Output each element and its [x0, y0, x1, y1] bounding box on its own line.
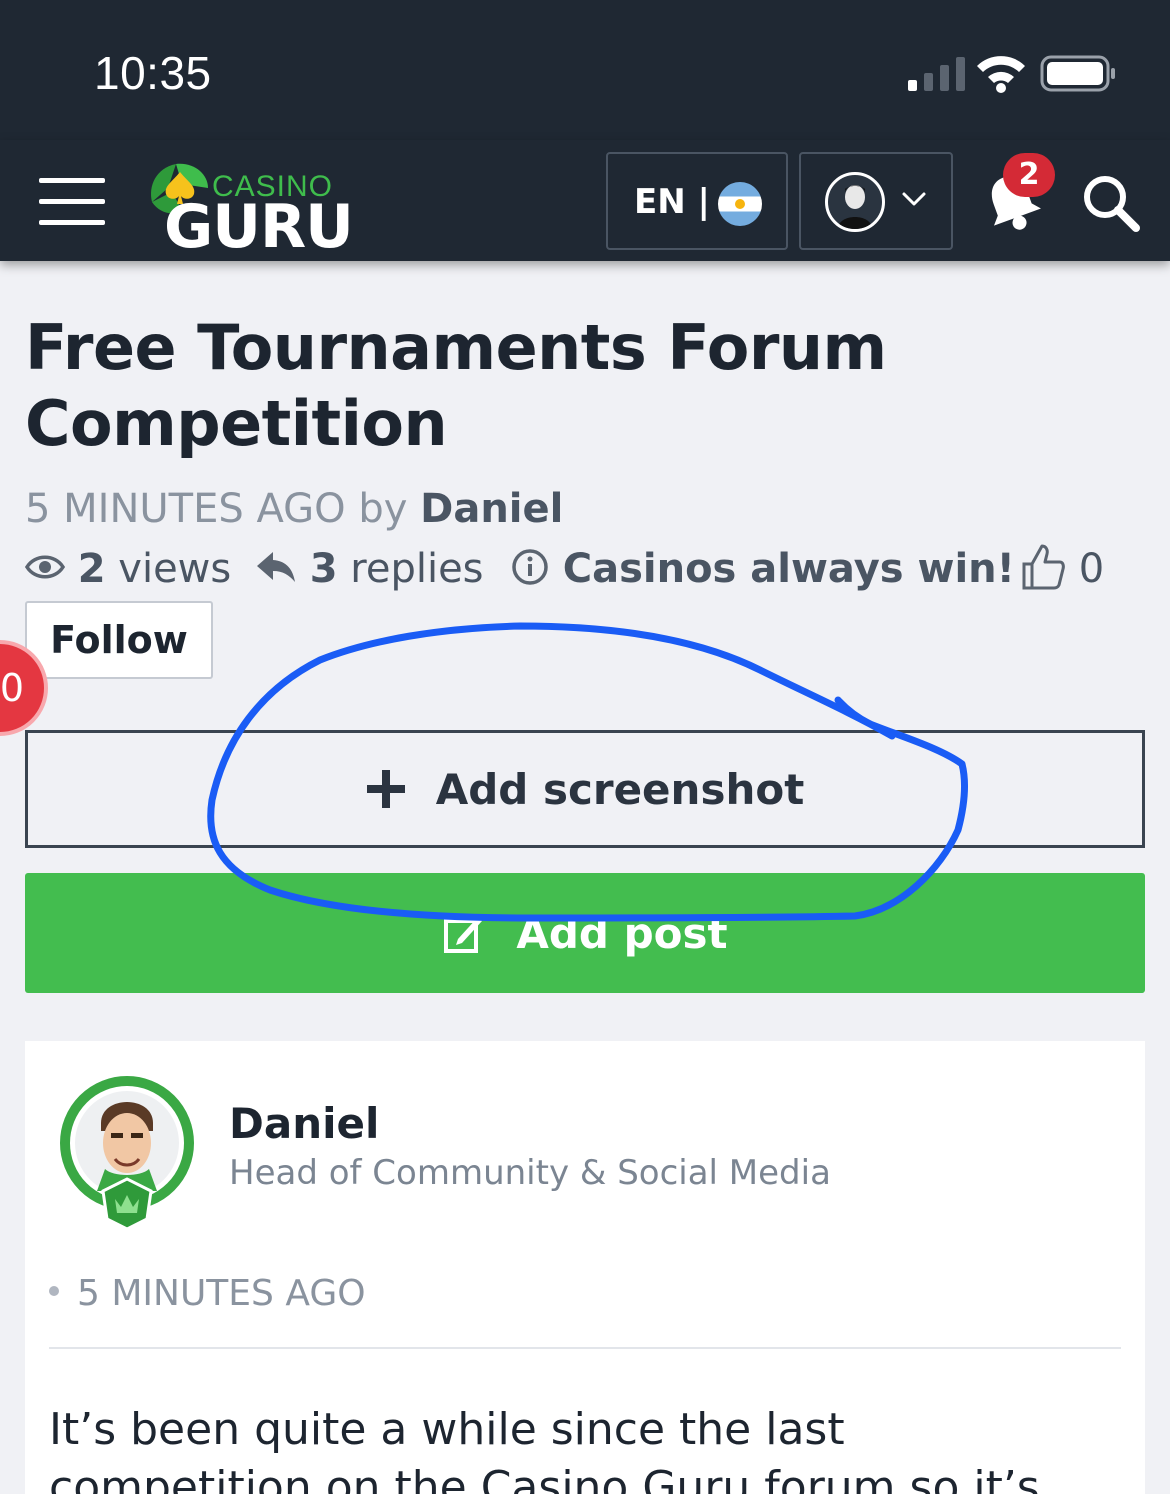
- user-menu-button[interactable]: [799, 152, 953, 250]
- search-icon[interactable]: [1080, 172, 1142, 234]
- thumbs-up-icon: [1022, 544, 1065, 590]
- argentina-flag-icon: [718, 182, 762, 226]
- post-time: 5 MINUTES AGO: [49, 1273, 366, 1314]
- post-time-text: 5 MINUTES AGO: [77, 1273, 366, 1314]
- page-title: Free Tournaments Forum Competition: [25, 311, 887, 460]
- topic-by-label: by: [358, 486, 408, 532]
- eye-icon: [24, 555, 66, 579]
- post-author-avatar[interactable]: [57, 1073, 197, 1231]
- info-circle-icon: [512, 549, 548, 585]
- logo-text-bottom: GURU: [164, 192, 354, 262]
- reply-arrow-icon: [257, 552, 295, 582]
- status-bar: 10:35: [0, 0, 1170, 140]
- casino-guru-logo[interactable]: CASINO GURU: [146, 158, 354, 262]
- add-post-label: Add post: [516, 908, 728, 958]
- replies-count: 3: [309, 546, 338, 592]
- post-card: Daniel Head of Community & Social Media …: [25, 1041, 1145, 1494]
- hamburger-menu-icon[interactable]: [39, 178, 105, 226]
- edit-square-icon: [444, 917, 483, 953]
- add-screenshot-button[interactable]: Add screenshot: [25, 730, 1145, 848]
- chevron-down-icon: [902, 192, 926, 206]
- category-stat[interactable]: Casinos always win!: [510, 546, 1015, 592]
- views-count: 2: [77, 546, 106, 592]
- topic-author-link[interactable]: Daniel: [420, 486, 563, 532]
- plus-icon: [366, 770, 405, 808]
- battery-icon: [1040, 55, 1115, 92]
- replies-label: replies: [350, 546, 484, 592]
- cellular-signal-icon: [908, 57, 965, 91]
- add-post-button[interactable]: Add post: [25, 873, 1145, 993]
- topic-time: 5 MINUTES AGO: [25, 486, 346, 532]
- user-avatar-icon: [825, 172, 885, 232]
- status-time: 10:35: [94, 47, 212, 99]
- language-selector[interactable]: EN |: [606, 152, 788, 250]
- add-screenshot-label: Add screenshot: [435, 764, 805, 814]
- likes-stat[interactable]: 0: [1020, 544, 1105, 596]
- top-navbar: CASINO GURU EN | 2: [0, 140, 1170, 262]
- notifications-badge: 2: [1003, 153, 1055, 197]
- views-label: views: [118, 546, 232, 592]
- post-divider: [49, 1347, 1121, 1349]
- follow-button[interactable]: Follow: [25, 601, 213, 679]
- likes-count: 0: [1078, 546, 1105, 592]
- replies-stat: 3 replies: [255, 546, 484, 592]
- wifi-icon: [977, 56, 1025, 93]
- post-body-text: It’s been quite a while since the last c…: [49, 1404, 1040, 1494]
- language-label: EN |: [634, 182, 710, 222]
- topic-meta: 5 MINUTES AGO by Daniel: [25, 486, 563, 532]
- post-author-role: Head of Community & Social Media: [229, 1153, 831, 1193]
- status-icons: [900, 50, 1120, 104]
- post-author-name[interactable]: Daniel: [229, 1099, 379, 1148]
- views-stat: 2 views: [24, 546, 232, 592]
- category-label: Casinos always win!: [562, 546, 1015, 592]
